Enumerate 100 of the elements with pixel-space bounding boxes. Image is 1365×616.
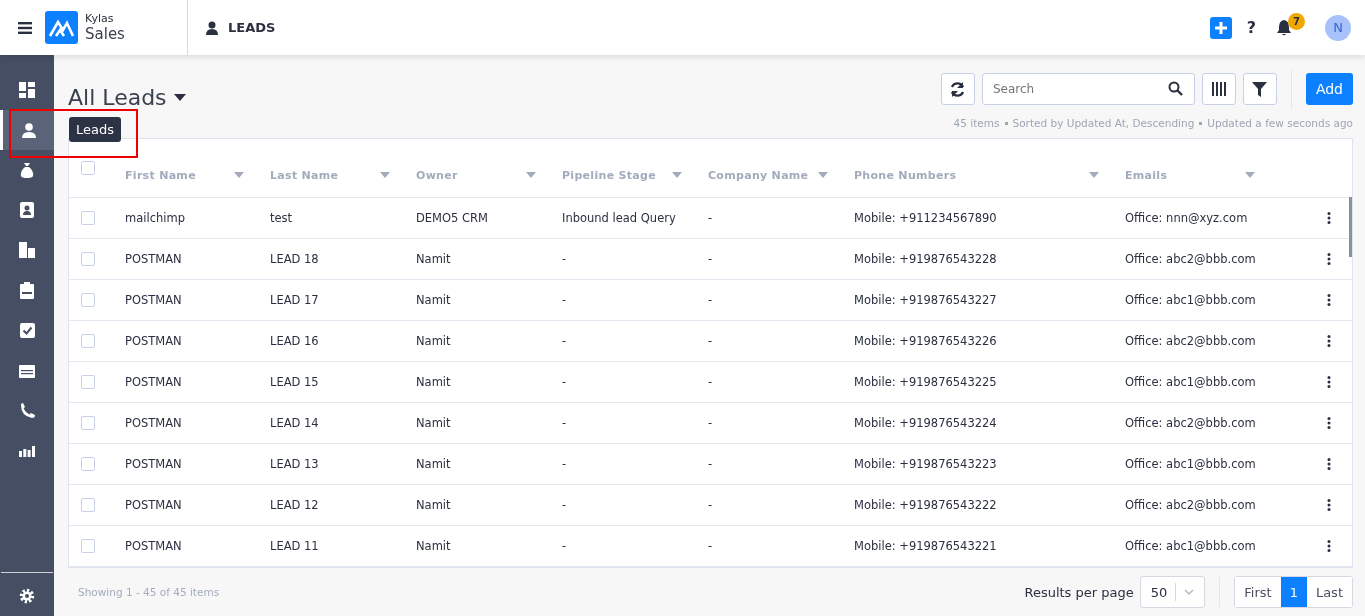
page-button[interactable]: 1 (1280, 577, 1307, 608)
row-checkbox[interactable] (81, 211, 95, 226)
logo-icon (45, 11, 78, 44)
per-page-select[interactable]: 50 (1139, 576, 1206, 609)
refresh-button[interactable] (940, 73, 975, 105)
building-icon (19, 242, 35, 258)
table-cell: - (562, 498, 567, 513)
column-header[interactable]: Phone Numbers (854, 168, 957, 182)
table-cell: Namit (416, 498, 451, 513)
table-cell: POSTMAN (125, 457, 182, 472)
table-cell: Namit (416, 334, 451, 349)
filter-button[interactable] (1242, 73, 1277, 105)
table-cell: - (562, 416, 567, 431)
more-icon[interactable] (1327, 253, 1331, 266)
contact-card-icon (20, 202, 34, 218)
table-cell: Namit (416, 252, 451, 267)
table-cell: Mobile: +919876543226 (854, 334, 997, 349)
table-cell: LEAD 11 (270, 539, 319, 554)
more-icon[interactable] (1327, 417, 1331, 430)
money-bag-icon (20, 162, 34, 178)
table-cell: POSTMAN (125, 334, 182, 349)
table-cell: POSTMAN (125, 375, 182, 390)
table-cell: - (708, 498, 713, 513)
results-label: Results per page (1024, 584, 1134, 600)
more-icon[interactable] (1327, 540, 1331, 553)
list-info: Updated a few seconds ago (1207, 117, 1353, 129)
table-cell: - (562, 334, 567, 349)
table-cell: LEAD 12 (270, 498, 319, 513)
search-icon[interactable] (1167, 81, 1183, 96)
avatar[interactable]: N (1325, 14, 1351, 41)
table-cell: LEAD 14 (270, 416, 319, 431)
table-cell: Mobile: +919876543225 (854, 375, 997, 390)
calendar-icon (19, 362, 35, 378)
refresh-icon[interactable] (949, 80, 967, 98)
table-cell: Namit (416, 293, 451, 308)
table-cell: POSTMAN (125, 539, 182, 554)
select-all-checkbox[interactable] (81, 161, 95, 176)
more-icon[interactable] (1327, 212, 1331, 225)
table-cell: Namit (416, 375, 451, 390)
notification-badge: 7 (1288, 13, 1305, 30)
plus-icon[interactable] (1209, 16, 1232, 39)
more-icon[interactable] (1327, 376, 1331, 389)
table-cell: Namit (416, 539, 451, 554)
table-cell: - (708, 293, 713, 308)
row-checkbox[interactable] (81, 457, 95, 472)
column-header[interactable]: Last Name (270, 168, 339, 182)
table-cell: - (708, 211, 713, 226)
add-button[interactable]: Add (1305, 73, 1353, 105)
list-info: 45 items (953, 117, 1000, 129)
table-cell: Mobile: +919876543221 (854, 539, 997, 554)
column-header[interactable]: Company Name (708, 168, 809, 182)
more-icon[interactable] (1327, 458, 1331, 471)
table-cell: - (708, 334, 713, 349)
menu-icon[interactable] (18, 21, 32, 34)
row-checkbox[interactable] (81, 375, 95, 390)
filter-icon[interactable] (1252, 81, 1268, 97)
table-cell: - (562, 293, 567, 308)
table-cell: POSTMAN (125, 416, 182, 431)
table-cell: - (562, 375, 567, 390)
row-checkbox[interactable] (81, 416, 95, 431)
table-cell: LEAD 18 (270, 252, 319, 267)
table-cell: LEAD 15 (270, 375, 319, 390)
table-cell: - (562, 252, 567, 267)
search-field[interactable]: Search (981, 73, 1195, 105)
table-cell: Mobile: +919876543223 (854, 457, 997, 472)
table-cell: Mobile: +919876543228 (854, 252, 997, 267)
table-cell: Office: abc2@bbb.com (1125, 498, 1256, 513)
table-cell: - (562, 457, 567, 472)
settings-icon[interactable] (19, 588, 35, 604)
table-cell: Office: abc2@bbb.com (1125, 252, 1256, 267)
more-icon[interactable] (1327, 294, 1331, 307)
view-title[interactable]: All Leads (68, 84, 167, 110)
column-header[interactable]: Owner (416, 168, 458, 182)
table-cell: LEAD 17 (270, 293, 319, 308)
row-checkbox[interactable] (81, 293, 95, 308)
bar-chart-icon (19, 443, 35, 457)
table-cell: - (562, 539, 567, 554)
column-header[interactable]: Pipeline Stage (562, 168, 656, 182)
column-header[interactable]: First Name (125, 168, 196, 182)
checkbox-icon (19, 322, 35, 338)
columns-icon[interactable] (1211, 82, 1226, 96)
table-cell: - (708, 539, 713, 554)
column-header[interactable]: Emails (1125, 168, 1168, 182)
help-icon[interactable]: ? (1246, 18, 1256, 37)
row-checkbox[interactable] (81, 252, 95, 267)
more-icon[interactable] (1327, 499, 1331, 512)
more-icon[interactable] (1327, 335, 1331, 348)
row-checkbox[interactable] (81, 334, 95, 349)
table-cell: mailchimp (125, 211, 185, 226)
columns-button[interactable] (1201, 73, 1236, 105)
table-cell: Namit (416, 416, 451, 431)
table-cell: POSTMAN (125, 498, 182, 513)
table-cell: Office: abc1@bbb.com (1125, 539, 1256, 554)
row-checkbox[interactable] (81, 498, 95, 513)
person-icon (21, 122, 36, 138)
caret-icon[interactable] (173, 93, 186, 101)
bell-icon[interactable] (1276, 19, 1292, 36)
clipboard-icon (20, 281, 34, 299)
row-checkbox[interactable] (81, 539, 95, 554)
phone-icon (19, 402, 35, 418)
